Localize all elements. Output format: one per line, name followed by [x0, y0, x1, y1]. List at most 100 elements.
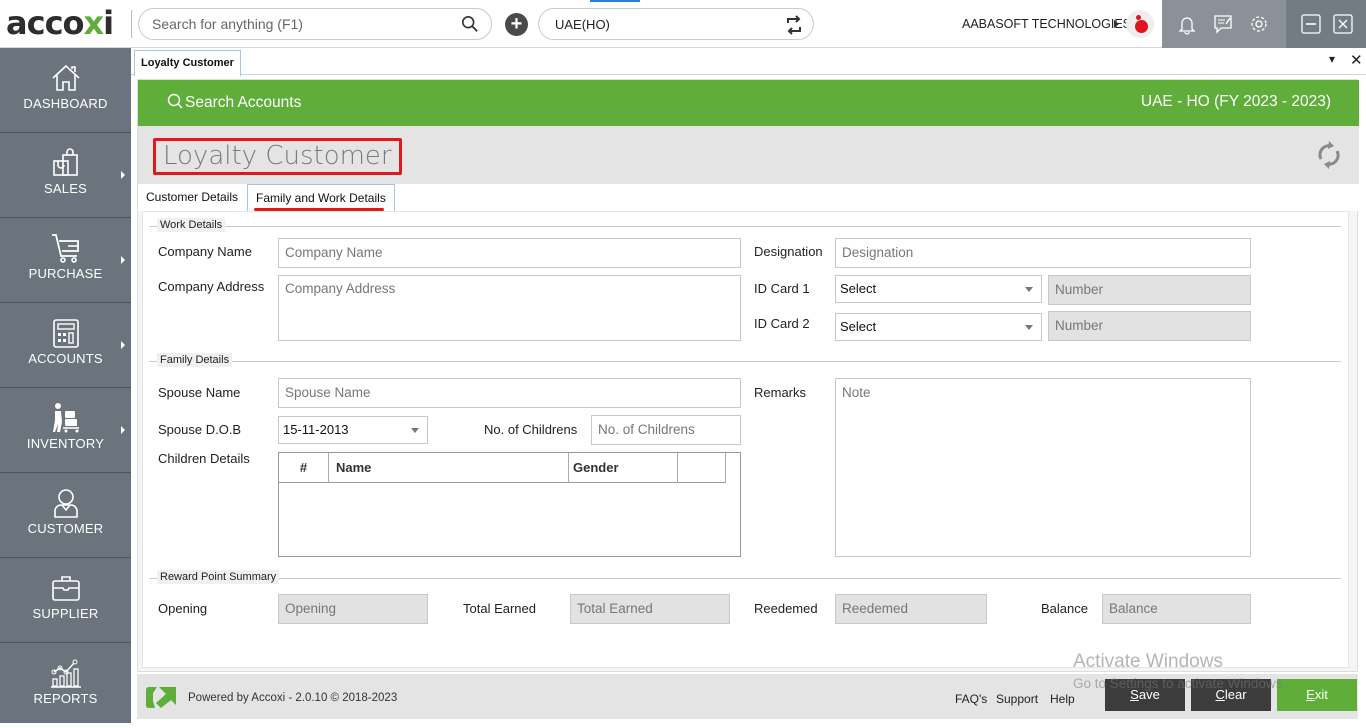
company-name-label: Company Name: [158, 244, 252, 259]
user-avatar[interactable]: [1126, 10, 1154, 38]
section-legend-work-details: Work Details: [157, 218, 226, 232]
bell-icon[interactable]: [1176, 13, 1198, 35]
sidebar-item-label: INVENTORY: [26, 436, 105, 451]
id-card-1-label: ID Card 1: [754, 281, 810, 296]
form-area: Work Details Company Name Company Name C…: [142, 211, 1349, 668]
id-card-2-label: ID Card 2: [754, 316, 810, 331]
company-name[interactable]: AABASOFT TECHNOLOGIES: [962, 17, 1131, 31]
doc-tab-loyalty-customer[interactable]: Loyalty Customer: [134, 50, 241, 76]
tab-customer-details[interactable]: Customer Details: [138, 184, 246, 211]
sidebar-item-supplier[interactable]: SUPPLIER: [0, 558, 131, 643]
chevron-down-icon: [1025, 325, 1033, 330]
section-divider: [149, 578, 1341, 579]
search-icon: [167, 93, 183, 109]
tab-family-and-work-details[interactable]: Family and Work Details: [247, 184, 395, 211]
search-placeholder: Search for anything (F1): [152, 16, 303, 32]
column-header-name[interactable]: Name: [329, 453, 569, 483]
home-icon: [52, 64, 80, 91]
exit-accel: E: [1306, 687, 1315, 702]
sidebar-item-customer[interactable]: CUSTOMER: [0, 473, 131, 558]
spouse-dob-label: Spouse D.O.B: [158, 422, 242, 437]
sidebar-item-label: REPORTS: [33, 691, 98, 706]
column-header-actions: [678, 453, 726, 483]
global-search-input[interactable]: Search for anything (F1): [138, 8, 492, 40]
section-divider: [149, 361, 1341, 362]
column-header-gender[interactable]: Gender: [569, 453, 678, 483]
search-accounts-button[interactable]: Search Accounts: [167, 93, 301, 112]
message-icon[interactable]: [1212, 13, 1234, 35]
spouse-dob-picker[interactable]: 15-11-2013: [278, 416, 428, 444]
id-card-2-number-input[interactable]: Number: [1048, 311, 1251, 341]
sidebar-item-label: DASHBOARD: [23, 96, 108, 111]
help-link[interactable]: Help: [1050, 692, 1075, 706]
branch-selector[interactable]: UAE(HO): [538, 8, 814, 40]
spouse-dob-value: 15-11-2013: [283, 422, 349, 437]
header-bar: Search Accounts UAE - HO (FY 2023 - 2023…: [138, 80, 1359, 126]
add-icon[interactable]: +: [505, 13, 528, 36]
balance-label: Balance: [1041, 601, 1088, 616]
search-icon[interactable]: [461, 15, 479, 33]
chart-icon: [51, 659, 81, 688]
toolbar-icons: [1162, 0, 1286, 48]
trolley-icon: [53, 403, 79, 433]
calculator-icon: [53, 319, 79, 348]
children-details-label: Children Details: [158, 451, 250, 466]
faqs-link[interactable]: FAQ's: [955, 692, 987, 706]
sidebar-item-purchase[interactable]: PURCHASE: [0, 218, 131, 303]
sidebar-item-accounts[interactable]: ACCOUNTS: [0, 303, 131, 388]
exit-label: xit: [1314, 687, 1328, 702]
close-icon[interactable]: [1332, 13, 1354, 35]
sidebar-item-sales[interactable]: SALES: [0, 133, 131, 218]
exit-button[interactable]: Exit: [1277, 679, 1357, 711]
no-of-childrens-label: No. of Childrens: [484, 422, 578, 437]
redeemed-label: Reedemed: [754, 601, 818, 616]
caret-right-icon[interactable]: [1114, 20, 1119, 28]
gear-icon[interactable]: [1248, 13, 1270, 35]
sidebar-item-label: SUPPLIER: [32, 606, 99, 621]
accoxi-logo-icon: [146, 687, 176, 708]
minimize-icon[interactable]: [1300, 13, 1322, 35]
remarks-textarea[interactable]: Note: [835, 378, 1251, 557]
fiscal-year-label: UAE - HO (FY 2023 - 2023): [1140, 93, 1331, 110]
close-tab-icon[interactable]: ✕: [1350, 51, 1363, 69]
chevron-down-icon: [1025, 287, 1033, 292]
balance-input[interactable]: Balance: [1102, 594, 1251, 624]
section-legend-reward-summary: Reward Point Summary: [157, 570, 280, 584]
redeemed-input[interactable]: Reedemed: [835, 594, 987, 624]
children-details-grid[interactable]: # Name Gender: [278, 452, 741, 557]
tab-label: Family and Work Details: [256, 191, 386, 205]
active-indicator: [590, 0, 640, 2]
spouse-name-label: Spouse Name: [158, 385, 241, 400]
section-legend-family-details: Family Details: [157, 353, 233, 367]
total-earned-input[interactable]: Total Earned: [570, 594, 730, 624]
sidebar-item-inventory[interactable]: INVENTORY: [0, 388, 131, 473]
shopping-bag-icon: [53, 148, 78, 176]
support-link[interactable]: Support: [996, 692, 1038, 706]
id-card-2-selected: Select: [840, 319, 877, 334]
form-tabs: Customer Details Family and Work Details: [138, 184, 1359, 211]
sidebar-item-reports[interactable]: REPORTS: [0, 643, 131, 728]
swap-icon[interactable]: [783, 14, 805, 36]
chevron-right-icon: [121, 256, 125, 264]
id-card-2-select[interactable]: Select: [835, 313, 1042, 341]
spouse-name-input[interactable]: Spouse Name: [278, 378, 741, 408]
sidebar-item-dashboard[interactable]: DASHBOARD: [0, 48, 131, 133]
sidebar-item-label: ACCOUNTS: [28, 351, 103, 366]
column-header-number[interactable]: #: [279, 453, 329, 483]
id-card-1-select[interactable]: Select: [835, 275, 1042, 303]
document-tab-strip: Loyalty Customer ▾ ✕: [131, 48, 1366, 76]
opening-input[interactable]: Opening: [278, 594, 428, 624]
tab-list-dropdown-icon[interactable]: ▾: [1329, 52, 1335, 66]
designation-input[interactable]: Designation: [835, 238, 1251, 268]
sidebar: DASHBOARD SALES PURCHASE ACCOUNTS INVENT…: [0, 48, 131, 723]
chevron-down-icon: [411, 428, 419, 433]
company-address-input[interactable]: Company Address: [278, 275, 741, 341]
no-of-childrens-input[interactable]: No. of Childrens: [591, 415, 741, 445]
refresh-icon[interactable]: [1315, 140, 1343, 170]
accoxi-logo[interactable]: accoxi: [6, 4, 114, 42]
company-name-input[interactable]: Company Name: [278, 238, 741, 268]
window-controls: [1286, 0, 1366, 48]
search-accounts-label: Search Accounts: [185, 94, 302, 111]
page-title: Loyalty Customer: [153, 138, 402, 175]
id-card-1-number-input[interactable]: Number: [1048, 275, 1251, 305]
